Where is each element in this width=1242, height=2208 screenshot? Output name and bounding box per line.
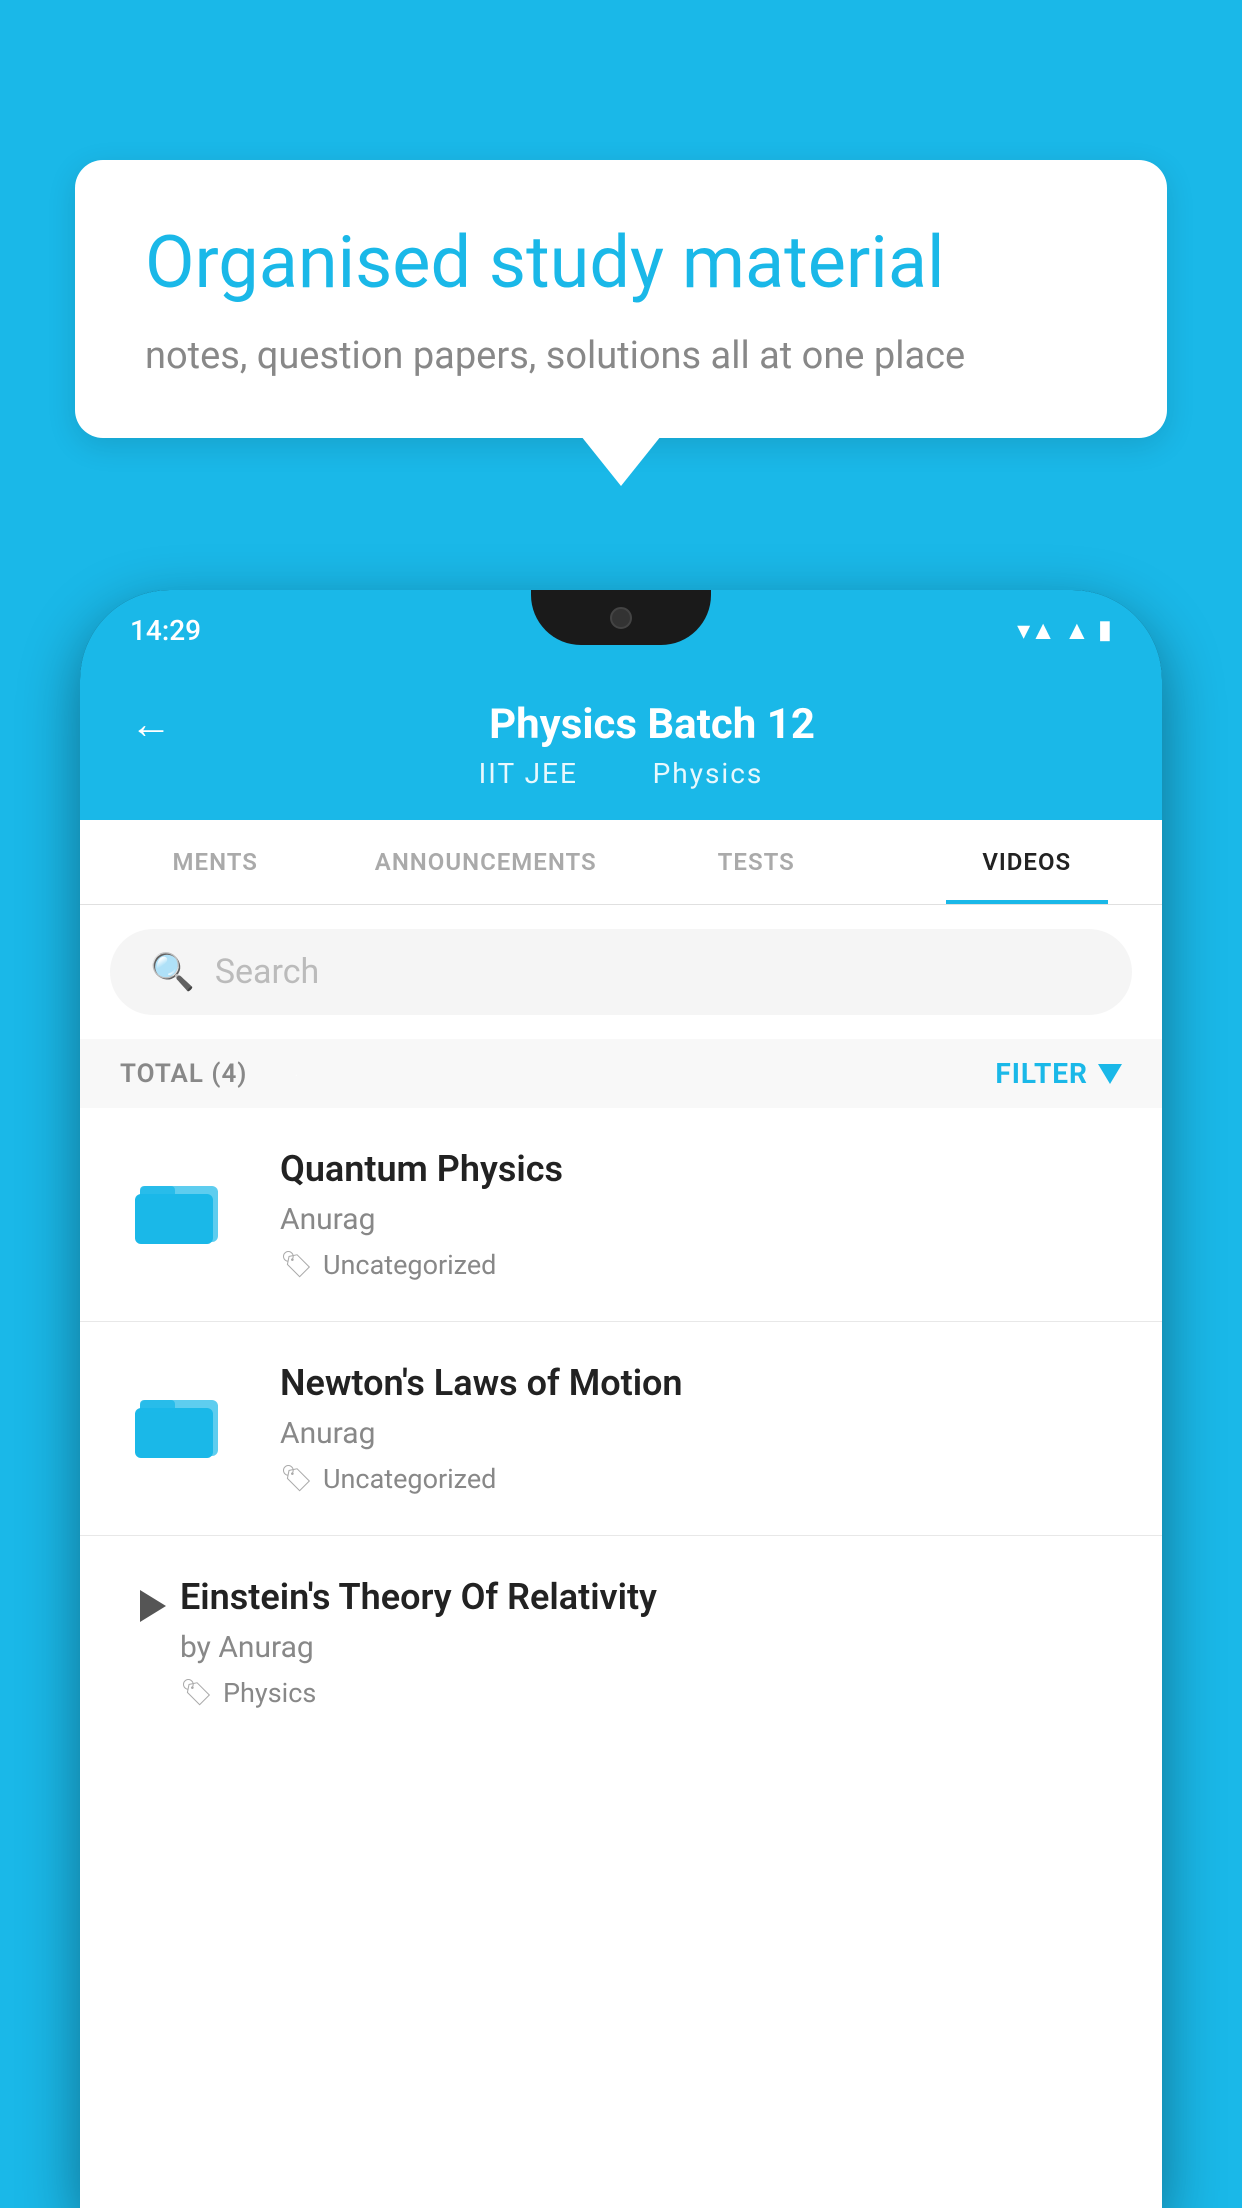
phone-content: MENTS ANNOUNCEMENTS TESTS VIDEOS 🔍 Searc… <box>80 820 1162 2208</box>
speech-bubble: Organised study material notes, question… <box>75 160 1167 438</box>
bubble-title: Organised study material <box>145 220 1097 306</box>
list-item[interactable]: Einstein's Theory Of Relativity by Anura… <box>80 1536 1162 1749</box>
bubble-subtitle: notes, question papers, solutions all at… <box>145 334 1097 378</box>
video-thumbnail-3 <box>120 1576 180 1636</box>
stars-decoration <box>80 820 1162 2208</box>
video-list: Quantum Physics Anurag 🏷 Uncategorized <box>80 1108 1162 1749</box>
phone-mockup: 14:29 ▾▲ ▲ ▮ ← Physics Batch 12 IIT JEE … <box>80 590 1162 2208</box>
